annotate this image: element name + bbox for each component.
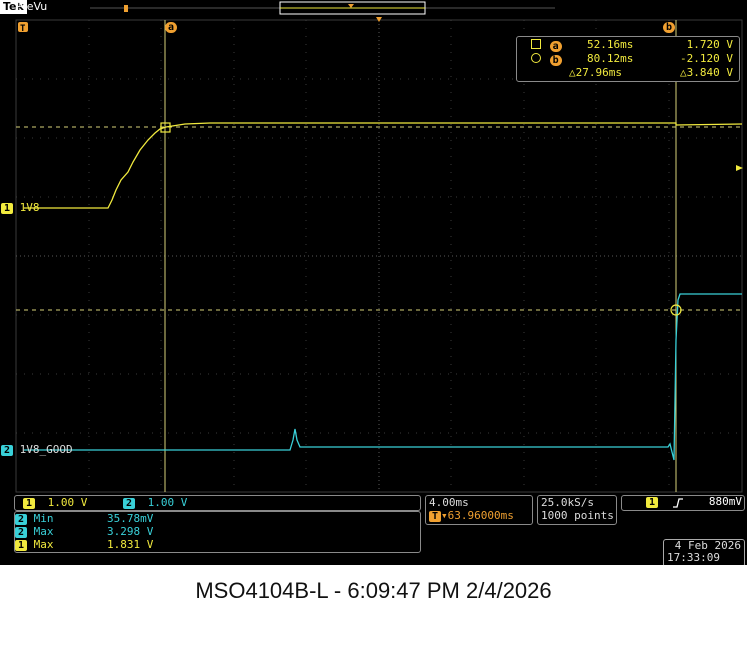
trigger-delay-icon: T [429, 511, 442, 522]
ch2-scale-value: 1.00 V [147, 496, 188, 509]
trigger-panel[interactable]: 1 880mV [621, 495, 745, 511]
horizontal-scale: 4.00ms [429, 496, 469, 509]
acquisition-panel[interactable]: 25.0kS/s 1000 points [537, 495, 617, 525]
cursor-b-icon: b [531, 53, 562, 66]
cursor-a-voltage: 1.720 V [686, 38, 733, 51]
ch1-scale-value: 1.00 V [47, 496, 88, 509]
oscilloscope-screen: Tek PreVu T a b a 52.16ms 1.720 V b 80.1… [0, 0, 747, 565]
cursor-a-icon: a [531, 39, 562, 52]
cursor-a-time: 52.16ms [587, 38, 634, 51]
cursor-a-badge[interactable]: a [165, 21, 178, 33]
rising-edge-icon [673, 498, 683, 508]
cursor-delta-time: △27.96ms [569, 66, 622, 79]
cursor-b-badge[interactable]: b [663, 21, 676, 33]
sample-rate: 25.0kS/s [541, 496, 594, 509]
waveform-graticule: T [15, 17, 743, 493]
measurement-row: 2 Max [15, 526, 54, 538]
ch2-label: 1V8_GOOD [19, 443, 73, 456]
ch2-waveform [24, 293, 742, 461]
measurement-row: 2 Min [15, 513, 54, 525]
channel-scale-bar[interactable]: 1 1.00 V 2 1.00 V [14, 495, 421, 511]
trigger-level: 880mV [708, 495, 742, 508]
cursor-b-time: 80.12ms [587, 52, 634, 65]
measurement-value: 3.298 V [107, 525, 154, 538]
cursor-readout-panel: a 52.16ms 1.720 V b 80.12ms -2.120 V △27… [516, 36, 740, 82]
ch2-scale-badge: 2 [123, 498, 136, 509]
screenshot-caption: MSO4104B-L - 6:09:47 PM 2/4/2026 [195, 578, 552, 603]
timebase-panel[interactable]: 4.00ms T ▾63.96000ms [425, 495, 533, 525]
trigger-source-badge: 1 [646, 497, 659, 508]
measurement-value: 1.831 V [107, 538, 154, 551]
measurement-value: 35.78mV [107, 512, 154, 525]
measurements-panel: 2 Min 35.78mV 2 Max 3.298 V 1 Max 1.831 … [14, 511, 421, 553]
time-display: 17:33:09 [667, 551, 720, 564]
cursor-b-voltage: -2.120 V [680, 52, 733, 65]
ch1-label: 1V8 [19, 201, 40, 214]
trigger-marker-text: T [20, 24, 26, 34]
datetime-panel: 4 Feb 2026 17:33:09 [663, 539, 745, 565]
cursor-delta-voltage: △3.840 V [680, 66, 733, 79]
ch1-ground-label[interactable]: 1 1V8 [1, 202, 40, 214]
measurement-row: 1 Max [15, 539, 54, 551]
ch1-waveform [24, 122, 743, 209]
record-length: 1000 points [541, 509, 614, 522]
ch2-ground-label[interactable]: 2 1V8_GOOD [1, 444, 73, 456]
horizontal-delay: ▾63.96000ms [441, 509, 514, 522]
ch1-scale-badge: 1 [23, 498, 36, 509]
